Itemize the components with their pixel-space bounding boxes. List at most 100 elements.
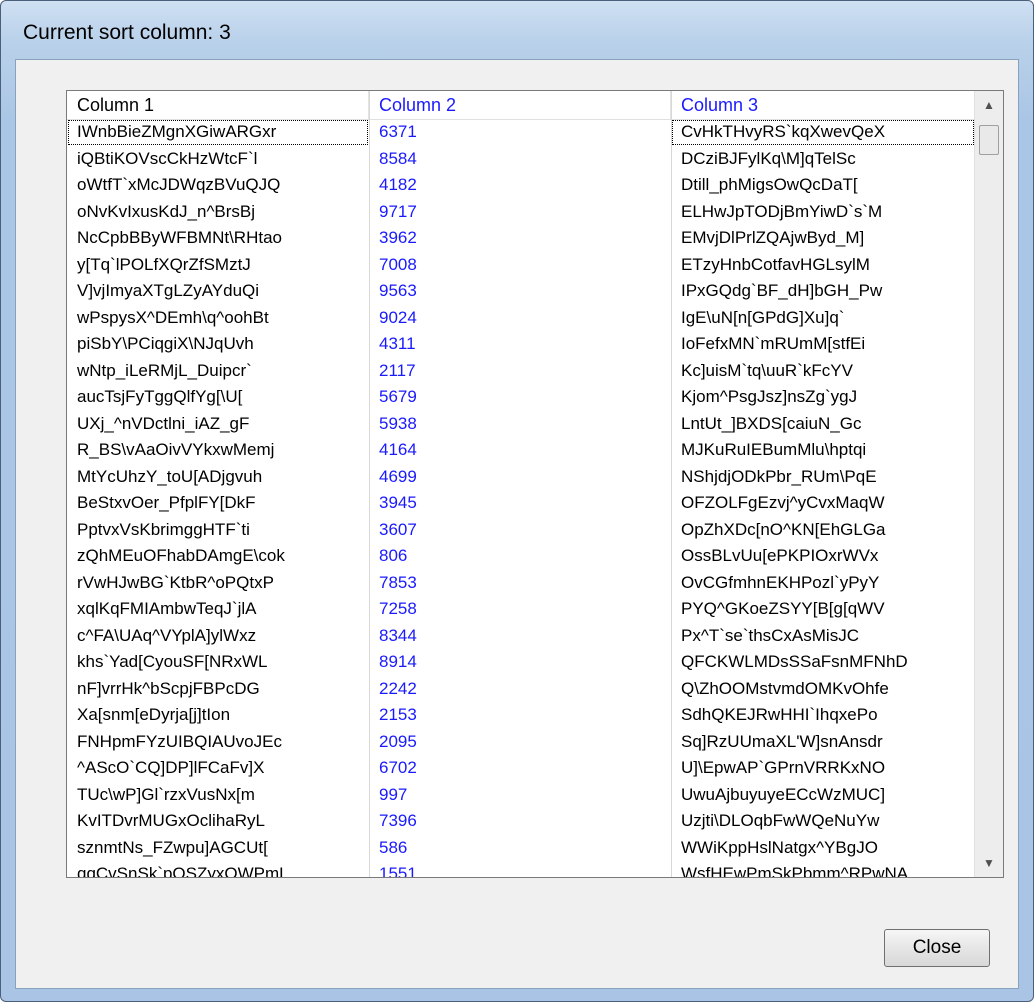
list-cell-column-2: 7008 xyxy=(379,254,417,274)
list-row[interactable]: aucTsjFyTggQlfYg[\U[5679 Kjom^PsgJsz]nsZg… xyxy=(67,384,975,411)
list-cell-column-1: KvITDvrMUGxOclihaRyL xyxy=(77,811,265,830)
list-row[interactable]: khs`Yad[CyouSF[NRxWL 8914 QFCKWLMDsSSaFsnM… xyxy=(67,649,975,676)
list-cell-column-2: 8344 xyxy=(379,625,417,645)
list-row[interactable]: ^AScO`CQ]DP]lFCaFv]X 6702 U]\EpwAP`GPrnVRR… xyxy=(67,755,975,782)
list-cell-column-1: NcCpbBByWFBMNt\RHtao xyxy=(77,228,282,247)
list-row[interactable]: xqlKqFMIAmbwTeqJ`jlA 7258 PYQ^GKoeZSYY[B[g… xyxy=(67,596,975,623)
list-row[interactable]: oNvKvIxusKdJ_n^BrsBj 9717 ELHwJpTODjBmYiwD… xyxy=(67,199,975,226)
list-cell-column-3: ELHwJpTODjBmYiwD`s`M xyxy=(681,201,883,221)
list-cell-column-2: 9024 xyxy=(379,307,417,327)
list-cell-column-1: qqCvSnSk`pQSZyxOWPmL xyxy=(77,864,289,878)
list-cell-column-1: xqlKqFMIAmbwTeqJ`jlA xyxy=(77,599,257,618)
list-cell-column-3: Dtill_phMigsOwQcDaT[ xyxy=(681,175,858,194)
list-cell-column-1: Xa[snm[eDyrja[j]tIon xyxy=(77,705,231,724)
list-row[interactable]: MtYcUhzY_toU[ADjgvuh 4699 NShjdjODkPbr_RUm… xyxy=(67,464,975,491)
list-cell-column-2: 2242 xyxy=(379,678,417,698)
list-cell-column-3: Px^T`se`thsCxAsMisJC xyxy=(681,625,859,645)
list-cell-column-1: V]vjImyaXTgLZyAYduQi xyxy=(77,281,260,300)
list-row[interactable]: R_BS\vAaOivVYkxwMemj 4164 MJKuRuIEBumMlu\h… xyxy=(67,437,975,464)
list-row[interactable]: rVwHJwBG`KtbR^oPQtxP 7853 OvCGfmhnEKHPozl`… xyxy=(67,570,975,597)
list-row[interactable]: qqCvSnSk`pQSZyxOWPmL 1551 WsfHEwPmSkPbmm^R… xyxy=(67,861,975,878)
list-cell-column-3: WsfHEwPmSkPbmm^RPwNA xyxy=(681,864,909,878)
list-cell-column-1: y[Tq`lPOLfXQrZfSMztJ xyxy=(77,254,251,274)
close-button[interactable]: Close xyxy=(884,929,990,967)
list-cell-column-2: 7853 xyxy=(379,572,417,592)
list-row[interactable]: piSbY\PCiqgiX\NJqUvh 4311 IoFefxMN`mRUmM[s… xyxy=(67,331,975,358)
list-row[interactable]: iQBtiKOVscCkHzWtcF`l 8584 DCziBJFylKq\M]qT… xyxy=(67,146,975,173)
sortable-list-view[interactable]: Column 1 Column 2 Column 3 IWnbBieZMgnXG… xyxy=(66,90,1004,878)
title-bar[interactable]: Current sort column: 3 xyxy=(1,1,1033,59)
column-header-1[interactable]: Column 1 xyxy=(67,91,369,119)
scrollbar-thumb[interactable] xyxy=(979,125,999,155)
list-cell-column-3: EMvjDlPrlZQAjwByd_M] xyxy=(681,228,865,247)
list-cell-column-2: 586 xyxy=(379,837,408,857)
list-row[interactable]: nF]vrrHk^bScpjFBPcDG 2242 Q\ZhOOMstvmdOMKv… xyxy=(67,676,975,703)
list-cell-column-3: PYQ^GKoeZSYY[B[g[qWV xyxy=(681,599,885,618)
list-cell-column-2: 2153 xyxy=(379,705,417,724)
list-cell-column-2: 2117 xyxy=(379,360,416,380)
list-cell-column-2: 9563 xyxy=(379,281,417,300)
list-cell-column-3: Sq]RzUUmaXL'W]snAnsdr xyxy=(681,731,883,751)
list-row[interactable]: Xa[snm[eDyrja[j]tIon 2153 SdhQKEJRwHHI`Ihq… xyxy=(67,702,975,729)
list-cell-column-2: 1551 xyxy=(379,864,417,878)
scroll-down-arrow-icon[interactable]: ▼ xyxy=(975,849,1003,877)
list-cell-column-1: sznmtNs_FZwpu]AGCUt[ xyxy=(77,837,268,857)
list-cell-column-1: FNHpmFYzUIBQIAUvoJEc xyxy=(77,731,282,751)
list-cell-column-1: BeStxvOer_PfplFY[DkF xyxy=(77,493,256,512)
list-cell-column-3: OpZhXDc[nO^KN[EhGLGa xyxy=(681,519,886,539)
list-cell-column-3: Kc]uisM`tq\uuR`kFcYV xyxy=(681,360,853,380)
column-header-2[interactable]: Column 2 xyxy=(369,91,671,119)
list-cell-column-3: Uzjti\DLOqbFwWQeNuYw xyxy=(681,811,880,830)
list-row[interactable]: sznmtNs_FZwpu]AGCUt[ 586 WWiKppHslNatgx^YB… xyxy=(67,835,975,862)
list-row[interactable]: BeStxvOer_PfplFY[DkF 3945 OFZOLFgEzvj^yCvx… xyxy=(67,490,975,517)
list-cell-column-3: OssBLvUu[ePKPIOxrWVx xyxy=(681,546,879,565)
list-row[interactable]: IWnbBieZMgnXGiwARGxr 6371 CvHkTHvyRS`kqXwe… xyxy=(67,119,975,146)
list-cell-column-1: zQhMEuOFhabDAmgE\cok xyxy=(77,546,285,565)
list-rows: IWnbBieZMgnXGiwARGxr 6371 CvHkTHvyRS`kqXwe… xyxy=(67,119,975,878)
list-cell-column-3: IoFefxMN`mRUmM[stfEi xyxy=(681,334,866,353)
vertical-scrollbar[interactable]: ▲ ▼ xyxy=(974,91,1003,877)
list-row[interactable]: FNHpmFYzUIBQIAUvoJEc 2095 Sq]RzUUmaXL'W]sn… xyxy=(67,729,975,756)
list-cell-column-2: 8914 xyxy=(379,652,417,671)
list-cell-column-1: piSbY\PCiqgiX\NJqUvh xyxy=(77,334,254,353)
list-cell-column-3: U]\EpwAP`GPrnVRRKxNO xyxy=(681,758,886,777)
list-cell-column-3: ETzyHnbCotfavHGLsylM xyxy=(681,254,870,274)
list-cell-column-2: 4164 xyxy=(379,440,417,459)
list-cell-column-3: WWiKppHslNatgx^YBgJO xyxy=(681,837,878,857)
list-row[interactable]: V]vjImyaXTgLZyAYduQi 9563 IPxGQdg`BF_dH]bG… xyxy=(67,278,975,305)
list-cell-column-2: 4182 xyxy=(379,175,417,194)
list-cell-column-1: R_BS\vAaOivVYkxwMemj xyxy=(77,440,275,459)
list-cell-column-1: TUc\wP]Gl`rzxVusNx[m xyxy=(77,784,255,804)
list-row[interactable]: y[Tq`lPOLfXQrZfSMztJ 7008 ETzyHnbCotfavHGL… xyxy=(67,252,975,279)
list-cell-column-2: 997 xyxy=(379,784,408,804)
list-cell-column-2: 806 xyxy=(379,546,408,565)
list-cell-column-2: 8584 xyxy=(379,148,417,168)
list-cell-column-3: IPxGQdg`BF_dH]bGH_Pw xyxy=(681,281,883,300)
list-cell-column-2: 4699 xyxy=(379,466,417,486)
list-cell-column-2: 3962 xyxy=(379,228,417,247)
column-header-3[interactable]: Column 3 xyxy=(671,91,975,119)
list-cell-column-2: 7396 xyxy=(379,811,417,830)
list-row[interactable]: wPspysX^DEmh\q^oohBt 9024 IgE\uN[n[GPdG]Xu… xyxy=(67,305,975,332)
list-row[interactable]: c^FA\UAq^VYplA]ylWxz 8344 Px^T`se`thsCxAsM… xyxy=(67,623,975,650)
dialog-client-area: Column 1 Column 2 Column 3 IWnbBieZMgnXG… xyxy=(15,59,1019,989)
list-row[interactable]: UXj_^nVDctlni_iAZ_gF 5938 LntUt_]BXDS[caiu… xyxy=(67,411,975,438)
list-row[interactable]: zQhMEuOFhabDAmgE\cok 806 OssBLvUu[ePKPIOxr… xyxy=(67,543,975,570)
scroll-up-arrow-icon[interactable]: ▲ xyxy=(975,91,1003,119)
list-header: Column 1 Column 2 Column 3 xyxy=(67,91,975,120)
list-row[interactable]: KvITDvrMUGxOclihaRyL 7396 Uzjti\DLOqbFwWQe… xyxy=(67,808,975,835)
list-cell-column-3: Q\ZhOOMstvmdOMKvOhfe xyxy=(681,678,889,698)
list-row[interactable]: NcCpbBByWFBMNt\RHtao 3962 EMvjDlPrlZQAjwBy… xyxy=(67,225,975,252)
list-cell-column-1: UXj_^nVDctlni_iAZ_gF xyxy=(77,413,250,433)
list-cell-column-2: 4311 xyxy=(379,334,416,353)
list-cell-column-1: iQBtiKOVscCkHzWtcF`l xyxy=(77,148,258,168)
list-cell-column-1: wPspysX^DEmh\q^oohBt xyxy=(77,307,269,327)
list-row[interactable]: oWtfT`xMcJDWqzBVuQJQ 4182 Dtill_phMigsOwQc… xyxy=(67,172,975,199)
list-cell-column-3: IgE\uN[n[GPdG]Xu]q` xyxy=(681,307,845,327)
list-row[interactable]: TUc\wP]Gl`rzxVusNx[m 997 UwuAjbuyuyeECcWzM… xyxy=(67,782,975,809)
list-cell-column-1: c^FA\UAq^VYplA]ylWxz xyxy=(77,625,257,645)
list-cell-column-1: aucTsjFyTggQlfYg[\U[ xyxy=(77,387,243,406)
list-row[interactable]: wNtp_iLeRMjL_Duipcr` 2117 Kc]uisM`tq\uuR`k… xyxy=(67,358,975,385)
list-row[interactable]: PptvxVsKbrimggHTF`ti 3607 OpZhXDc[nO^KN[Eh… xyxy=(67,517,975,544)
list-cell-column-2: 5938 xyxy=(379,413,417,433)
